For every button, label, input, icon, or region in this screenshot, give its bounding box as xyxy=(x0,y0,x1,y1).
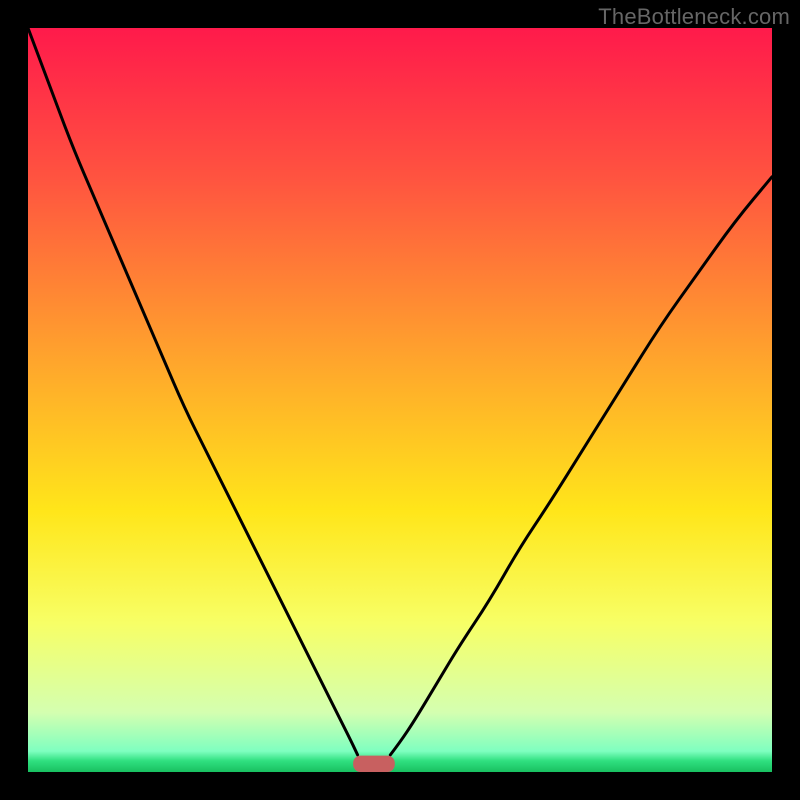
bottleneck-chart xyxy=(28,28,772,772)
chart-frame: TheBottleneck.com xyxy=(0,0,800,800)
watermark-text: TheBottleneck.com xyxy=(598,4,790,30)
chart-background xyxy=(28,28,772,772)
bottleneck-marker xyxy=(353,756,395,772)
